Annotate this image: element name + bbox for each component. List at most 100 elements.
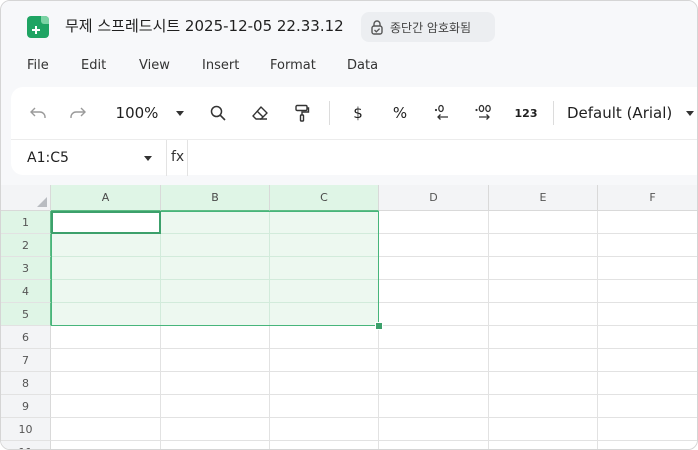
cell-d7[interactable] (379, 349, 489, 372)
cell-f2[interactable] (598, 234, 697, 257)
percent-format-button[interactable]: % (387, 87, 413, 139)
zoom-select[interactable]: 100% (111, 87, 189, 139)
cell-e6[interactable] (489, 326, 598, 349)
cell-a10[interactable] (51, 418, 161, 441)
cell-f7[interactable] (598, 349, 697, 372)
cell-d5[interactable] (379, 303, 489, 326)
cell-b10[interactable] (161, 418, 270, 441)
cell-f11[interactable] (598, 441, 697, 449)
row-header-8[interactable]: 8 (1, 372, 51, 395)
menu-data[interactable]: Data (347, 58, 378, 73)
cell-c8[interactable] (270, 372, 379, 395)
menu-edit[interactable]: Edit (81, 58, 106, 73)
select-all-corner[interactable] (1, 185, 51, 211)
cell-b11[interactable] (161, 441, 270, 449)
fill-handle[interactable] (375, 322, 383, 330)
document-title[interactable]: 무제 스프레드시트 2025-12-05 22.33.12 (65, 15, 344, 36)
cell-f8[interactable] (598, 372, 697, 395)
cell-b8[interactable] (161, 372, 270, 395)
cell-b6[interactable] (161, 326, 270, 349)
cell-c2[interactable] (270, 234, 379, 257)
cell-e7[interactable] (489, 349, 598, 372)
redo-button[interactable] (65, 87, 91, 139)
cell-e5[interactable] (489, 303, 598, 326)
cell-c7[interactable] (270, 349, 379, 372)
cell-d4[interactable] (379, 280, 489, 303)
active-cell[interactable] (51, 211, 161, 234)
column-header-d[interactable]: D (379, 185, 489, 211)
cell-c9[interactable] (270, 395, 379, 418)
row-header-10[interactable]: 10 (1, 418, 51, 441)
cell-f10[interactable] (598, 418, 697, 441)
cell-b5[interactable] (161, 303, 270, 326)
cell-a8[interactable] (51, 372, 161, 395)
cell-f9[interactable] (598, 395, 697, 418)
cell-e4[interactable] (489, 280, 598, 303)
cell-d2[interactable] (379, 234, 489, 257)
cell-c11[interactable] (270, 441, 379, 449)
menu-file[interactable]: File (27, 58, 49, 73)
cell-a5[interactable] (51, 303, 161, 326)
column-header-e[interactable]: E (489, 185, 598, 211)
cell-e8[interactable] (489, 372, 598, 395)
decrease-decimal-button[interactable] (429, 87, 455, 139)
row-header-1[interactable]: 1 (1, 211, 51, 234)
number-format-button[interactable]: 123 (511, 87, 541, 139)
cell-f3[interactable] (598, 257, 697, 280)
currency-format-button[interactable]: $ (345, 87, 371, 139)
column-header-f[interactable]: F (598, 185, 697, 211)
column-header-b[interactable]: B (161, 185, 270, 211)
font-family-select[interactable]: Default (Arial) (567, 87, 697, 139)
cell-d8[interactable] (379, 372, 489, 395)
cell-e1[interactable] (489, 211, 598, 234)
menu-format[interactable]: Format (270, 58, 316, 73)
search-button[interactable] (205, 87, 231, 139)
cell-b7[interactable] (161, 349, 270, 372)
cell-d9[interactable] (379, 395, 489, 418)
clear-format-button[interactable] (247, 87, 273, 139)
cell-e9[interactable] (489, 395, 598, 418)
cell-f4[interactable] (598, 280, 697, 303)
cell-a9[interactable] (51, 395, 161, 418)
cell-b1[interactable] (161, 211, 270, 234)
menu-view[interactable]: View (139, 58, 170, 73)
cell-e3[interactable] (489, 257, 598, 280)
cell-d3[interactable] (379, 257, 489, 280)
increase-decimal-button[interactable] (471, 87, 497, 139)
cell-b4[interactable] (161, 280, 270, 303)
name-box[interactable]: A1:C5 (11, 140, 166, 176)
cell-c10[interactable] (270, 418, 379, 441)
cell-e2[interactable] (489, 234, 598, 257)
cell-d1[interactable] (379, 211, 489, 234)
row-header-3[interactable]: 3 (1, 257, 51, 280)
spreadsheet-grid[interactable]: A B C D E F 1 2 3 4 5 6 7 8 9 10 11 (1, 185, 697, 449)
cell-c5[interactable] (270, 303, 379, 326)
cell-a3[interactable] (51, 257, 161, 280)
cell-b2[interactable] (161, 234, 270, 257)
cell-a4[interactable] (51, 280, 161, 303)
cell-b9[interactable] (161, 395, 270, 418)
row-header-4[interactable]: 4 (1, 280, 51, 303)
column-header-c[interactable]: C (270, 185, 379, 211)
undo-button[interactable] (25, 87, 51, 139)
cell-a6[interactable] (51, 326, 161, 349)
row-header-2[interactable]: 2 (1, 234, 51, 257)
cell-a7[interactable] (51, 349, 161, 372)
menu-insert[interactable]: Insert (202, 58, 239, 73)
paint-format-button[interactable] (289, 87, 315, 139)
cell-f6[interactable] (598, 326, 697, 349)
row-header-6[interactable]: 6 (1, 326, 51, 349)
encryption-badge[interactable]: 종단간 암호화됨 (361, 12, 495, 42)
row-header-9[interactable]: 9 (1, 395, 51, 418)
cell-d11[interactable] (379, 441, 489, 449)
cell-c4[interactable] (270, 280, 379, 303)
row-header-5[interactable]: 5 (1, 303, 51, 326)
cell-c6[interactable] (270, 326, 379, 349)
cell-e11[interactable] (489, 441, 598, 449)
row-header-7[interactable]: 7 (1, 349, 51, 372)
formula-input[interactable] (197, 140, 697, 176)
cell-a2[interactable] (51, 234, 161, 257)
cell-f5[interactable] (598, 303, 697, 326)
cell-a11[interactable] (51, 441, 161, 449)
cell-e10[interactable] (489, 418, 598, 441)
